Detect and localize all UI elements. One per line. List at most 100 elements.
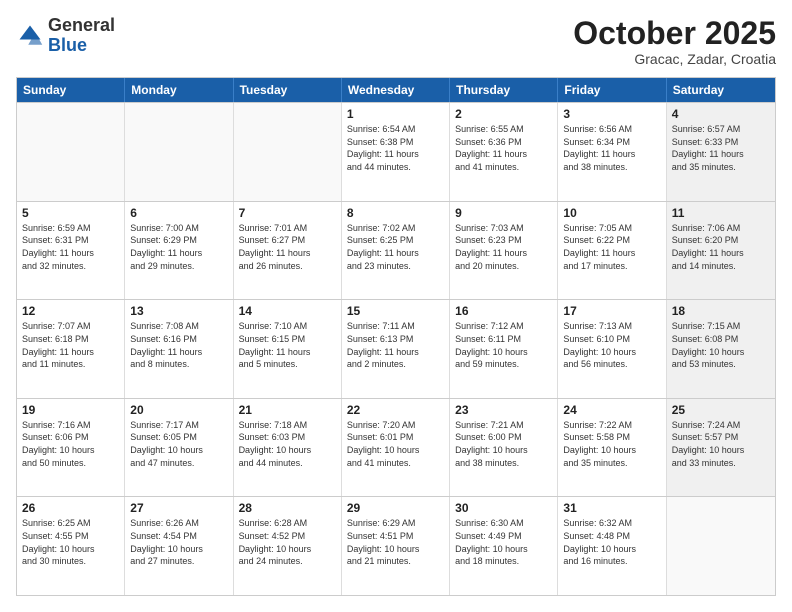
cell-info: Sunrise: 6:54 AMSunset: 6:38 PMDaylight:… (347, 123, 444, 173)
day-number: 5 (22, 206, 119, 220)
cell-info: Sunrise: 6:55 AMSunset: 6:36 PMDaylight:… (455, 123, 552, 173)
header-day-saturday: Saturday (667, 78, 775, 102)
day-number: 17 (563, 304, 660, 318)
calendar-cell: 5Sunrise: 6:59 AMSunset: 6:31 PMDaylight… (17, 202, 125, 300)
calendar-row-0: 1 Sunrise: 6:54 AMSunset: 6:38 PMDaylight… (17, 102, 775, 201)
cell-info: Sunrise: 7:22 AMSunset: 5:58 PMDaylight:… (563, 419, 660, 469)
cell-info: Sunrise: 7:01 AMSunset: 6:27 PMDaylight:… (239, 222, 336, 272)
cell-info: Sunrise: 6:30 AMSunset: 4:49 PMDaylight:… (455, 517, 552, 567)
day-number: 26 (22, 501, 119, 515)
day-number: 4 (672, 107, 770, 121)
calendar-cell: 27 Sunrise: 6:26 AMSunset: 4:54 PMDayligh… (125, 497, 233, 595)
calendar-row-4: 26 Sunrise: 6:25 AMSunset: 4:55 PMDayligh… (17, 496, 775, 595)
calendar-cell (234, 103, 342, 201)
calendar-cell: 11 Sunrise: 7:06 AMSunset: 6:20 PMDayligh… (667, 202, 775, 300)
cell-info: Sunrise: 6:25 AMSunset: 4:55 PMDaylight:… (22, 517, 119, 567)
day-number: 14 (239, 304, 336, 318)
calendar-cell: 15 Sunrise: 7:11 AMSunset: 6:13 PMDayligh… (342, 300, 450, 398)
calendar-cell: 3 Sunrise: 6:56 AMSunset: 6:34 PMDaylight… (558, 103, 666, 201)
calendar-body: 1 Sunrise: 6:54 AMSunset: 6:38 PMDaylight… (17, 102, 775, 595)
calendar-cell (667, 497, 775, 595)
header-day-sunday: Sunday (17, 78, 125, 102)
calendar-cell: 7 Sunrise: 7:01 AMSunset: 6:27 PMDaylight… (234, 202, 342, 300)
page: General Blue October 2025 Gracac, Zadar,… (0, 0, 792, 612)
cell-info: Sunrise: 7:05 AMSunset: 6:22 PMDaylight:… (563, 222, 660, 272)
cell-info: Sunrise: 7:20 AMSunset: 6:01 PMDaylight:… (347, 419, 444, 469)
cell-info: Sunrise: 7:16 AMSunset: 6:06 PMDaylight:… (22, 419, 119, 469)
calendar-cell: 20Sunrise: 7:17 AMSunset: 6:05 PMDayligh… (125, 399, 233, 497)
calendar-row-3: 19 Sunrise: 7:16 AMSunset: 6:06 PMDayligh… (17, 398, 775, 497)
day-number: 28 (239, 501, 336, 515)
calendar-cell: 28Sunrise: 6:28 AMSunset: 4:52 PMDayligh… (234, 497, 342, 595)
cell-info: Sunrise: 7:02 AMSunset: 6:25 PMDaylight:… (347, 222, 444, 272)
day-number: 7 (239, 206, 336, 220)
cell-info: Sunrise: 7:06 AMSunset: 6:20 PMDaylight:… (672, 222, 770, 272)
calendar-cell: 30 Sunrise: 6:30 AMSunset: 4:49 PMDayligh… (450, 497, 558, 595)
day-number: 25 (672, 403, 770, 417)
logo: General Blue (16, 16, 115, 56)
calendar-cell: 26 Sunrise: 6:25 AMSunset: 4:55 PMDayligh… (17, 497, 125, 595)
calendar-cell: 18 Sunrise: 7:15 AMSunset: 6:08 PMDayligh… (667, 300, 775, 398)
calendar-cell: 9 Sunrise: 7:03 AMSunset: 6:23 PMDaylight… (450, 202, 558, 300)
cell-info: Sunrise: 6:26 AMSunset: 4:54 PMDaylight:… (130, 517, 227, 567)
day-number: 24 (563, 403, 660, 417)
day-number: 16 (455, 304, 552, 318)
logo-text: General Blue (48, 16, 115, 56)
calendar-cell (17, 103, 125, 201)
cell-info: Sunrise: 7:10 AMSunset: 6:15 PMDaylight:… (239, 320, 336, 370)
calendar-cell: 13Sunrise: 7:08 AMSunset: 6:16 PMDayligh… (125, 300, 233, 398)
calendar-cell: 25 Sunrise: 7:24 AMSunset: 5:57 PMDayligh… (667, 399, 775, 497)
day-number: 6 (130, 206, 227, 220)
day-number: 8 (347, 206, 444, 220)
cell-info: Sunrise: 7:11 AMSunset: 6:13 PMDaylight:… (347, 320, 444, 370)
day-number: 13 (130, 304, 227, 318)
cell-info: Sunrise: 6:56 AMSunset: 6:34 PMDaylight:… (563, 123, 660, 173)
calendar-cell: 22 Sunrise: 7:20 AMSunset: 6:01 PMDayligh… (342, 399, 450, 497)
day-number: 27 (130, 501, 227, 515)
logo-blue: Blue (48, 35, 87, 55)
day-number: 22 (347, 403, 444, 417)
calendar-cell: 1 Sunrise: 6:54 AMSunset: 6:38 PMDaylight… (342, 103, 450, 201)
day-number: 19 (22, 403, 119, 417)
header-day-monday: Monday (125, 78, 233, 102)
header-day-friday: Friday (558, 78, 666, 102)
day-number: 11 (672, 206, 770, 220)
header-day-wednesday: Wednesday (342, 78, 450, 102)
day-number: 30 (455, 501, 552, 515)
day-number: 3 (563, 107, 660, 121)
cell-info: Sunrise: 6:32 AMSunset: 4:48 PMDaylight:… (563, 517, 660, 567)
calendar-cell: 21Sunrise: 7:18 AMSunset: 6:03 PMDayligh… (234, 399, 342, 497)
day-number: 18 (672, 304, 770, 318)
cell-info: Sunrise: 7:12 AMSunset: 6:11 PMDaylight:… (455, 320, 552, 370)
month-title: October 2025 (573, 16, 776, 51)
day-number: 31 (563, 501, 660, 515)
day-number: 23 (455, 403, 552, 417)
day-number: 15 (347, 304, 444, 318)
day-number: 29 (347, 501, 444, 515)
calendar-cell: 14 Sunrise: 7:10 AMSunset: 6:15 PMDayligh… (234, 300, 342, 398)
cell-info: Sunrise: 7:07 AMSunset: 6:18 PMDaylight:… (22, 320, 119, 370)
header-day-tuesday: Tuesday (234, 78, 342, 102)
cell-info: Sunrise: 7:00 AMSunset: 6:29 PMDaylight:… (130, 222, 227, 272)
day-number: 9 (455, 206, 552, 220)
calendar: SundayMondayTuesdayWednesdayThursdayFrid… (16, 77, 776, 596)
cell-info: Sunrise: 7:24 AMSunset: 5:57 PMDaylight:… (672, 419, 770, 469)
calendar-cell: 6 Sunrise: 7:00 AMSunset: 6:29 PMDaylight… (125, 202, 233, 300)
day-number: 1 (347, 107, 444, 121)
calendar-cell: 8 Sunrise: 7:02 AMSunset: 6:25 PMDaylight… (342, 202, 450, 300)
calendar-cell: 29Sunrise: 6:29 AMSunset: 4:51 PMDayligh… (342, 497, 450, 595)
calendar-cell: 24 Sunrise: 7:22 AMSunset: 5:58 PMDayligh… (558, 399, 666, 497)
cell-info: Sunrise: 7:03 AMSunset: 6:23 PMDaylight:… (455, 222, 552, 272)
calendar-cell: 17 Sunrise: 7:13 AMSunset: 6:10 PMDayligh… (558, 300, 666, 398)
calendar-cell: 2Sunrise: 6:55 AMSunset: 6:36 PMDaylight… (450, 103, 558, 201)
logo-general: General (48, 15, 115, 35)
calendar-cell: 10 Sunrise: 7:05 AMSunset: 6:22 PMDayligh… (558, 202, 666, 300)
location-subtitle: Gracac, Zadar, Croatia (573, 51, 776, 67)
day-number: 10 (563, 206, 660, 220)
calendar-cell (125, 103, 233, 201)
day-number: 21 (239, 403, 336, 417)
header: General Blue October 2025 Gracac, Zadar,… (16, 16, 776, 67)
cell-info: Sunrise: 7:13 AMSunset: 6:10 PMDaylight:… (563, 320, 660, 370)
logo-icon (16, 22, 44, 50)
cell-info: Sunrise: 7:15 AMSunset: 6:08 PMDaylight:… (672, 320, 770, 370)
